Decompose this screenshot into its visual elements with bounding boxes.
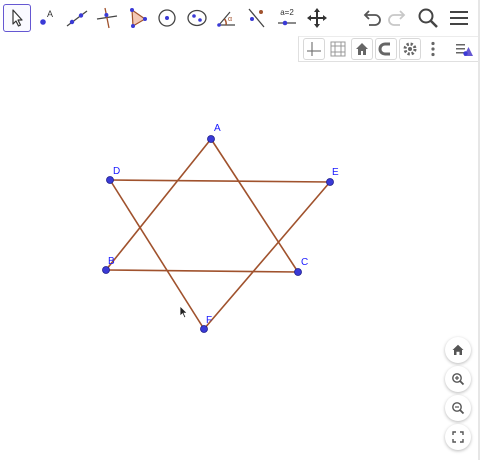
line-through-points-icon xyxy=(66,10,88,27)
main-toolbar: A α a=2 xyxy=(0,0,480,36)
arrow-pointer-icon xyxy=(12,9,23,27)
reflect-tool-button[interactable] xyxy=(243,4,271,32)
move-graphics-view-tool-button[interactable] xyxy=(303,4,331,32)
move-tool-button[interactable] xyxy=(3,4,31,32)
more-options-button[interactable] xyxy=(422,38,444,60)
graphics-canvas[interactable]: A B C D E F xyxy=(0,0,480,460)
label-d: D xyxy=(113,166,120,177)
line-tool-button[interactable] xyxy=(63,4,91,32)
zoom-in-icon xyxy=(452,373,465,386)
home-icon xyxy=(452,344,464,355)
segment-ef[interactable] xyxy=(203,181,331,330)
point-f[interactable] xyxy=(200,325,208,333)
ellipse-tool-button[interactable] xyxy=(183,4,211,32)
toggle-grid-button[interactable] xyxy=(327,38,349,60)
axes-icon xyxy=(307,42,321,56)
undo-button[interactable] xyxy=(358,4,386,32)
segment-ca[interactable] xyxy=(210,138,299,273)
zoom-in-button[interactable] xyxy=(445,366,471,392)
angle-icon: α xyxy=(217,11,235,27)
toggle-axes-button[interactable] xyxy=(303,38,325,60)
gear-icon xyxy=(403,42,417,56)
hamburger-menu-icon xyxy=(450,11,468,25)
slider-tool-button[interactable]: a=2 xyxy=(273,4,301,32)
segment-ab[interactable] xyxy=(105,138,212,271)
search-button[interactable] xyxy=(414,4,442,32)
redo-button[interactable] xyxy=(383,4,411,32)
search-icon xyxy=(418,8,438,28)
polygon-tool-button[interactable] xyxy=(123,4,151,32)
angle-tool-button[interactable]: α xyxy=(213,4,241,32)
mouse-cursor-icon xyxy=(179,305,189,319)
standard-view-button[interactable] xyxy=(351,38,373,60)
point-icon: A xyxy=(40,9,53,25)
point-b[interactable] xyxy=(102,266,110,274)
zoom-out-icon xyxy=(452,402,465,415)
label-c: C xyxy=(301,257,308,268)
slider-tool-label: a=2 xyxy=(280,8,294,17)
circle-with-center-icon xyxy=(158,9,176,27)
svg-text:α: α xyxy=(228,16,232,23)
undo-icon xyxy=(363,10,381,26)
point-c[interactable] xyxy=(294,268,302,276)
zoom-home-button[interactable] xyxy=(445,337,471,363)
point-tool-label: A xyxy=(47,9,53,19)
segment-bc[interactable] xyxy=(105,269,299,273)
grid-icon xyxy=(330,41,346,57)
magnet-icon xyxy=(378,42,390,56)
graphics-style-bar xyxy=(298,36,480,62)
segment-de[interactable] xyxy=(109,179,331,183)
redo-icon xyxy=(388,10,406,26)
zoom-out-button[interactable] xyxy=(445,395,471,421)
vertical-ellipsis-icon xyxy=(431,41,435,57)
style-bar-toggle-icon xyxy=(456,44,473,56)
point-d[interactable] xyxy=(106,176,114,184)
main-menu-button[interactable] xyxy=(445,4,473,32)
graphics-view[interactable]: A B C D E F xyxy=(0,0,480,460)
perpendicular-line-tool-button[interactable] xyxy=(93,4,121,32)
label-e: E xyxy=(332,167,339,178)
graphics-settings-button[interactable] xyxy=(399,38,421,60)
fullscreen-button[interactable] xyxy=(445,424,471,450)
circle-tool-button[interactable] xyxy=(153,4,181,32)
ellipse-icon xyxy=(187,9,207,27)
label-b: B xyxy=(108,256,115,267)
point-a[interactable] xyxy=(207,135,215,143)
toggle-style-bar-button[interactable] xyxy=(453,38,475,60)
point-e[interactable] xyxy=(326,178,334,186)
segment-fd[interactable] xyxy=(109,179,205,330)
label-f: F xyxy=(206,315,212,326)
label-a: A xyxy=(214,123,221,134)
perpendicular-line-icon xyxy=(96,7,118,29)
point-capturing-button[interactable] xyxy=(375,38,397,60)
reflect-about-line-icon xyxy=(248,8,265,28)
polygon-icon xyxy=(130,8,147,28)
four-way-arrow-icon xyxy=(307,8,327,28)
point-tool-button[interactable]: A xyxy=(33,4,61,32)
fullscreen-icon xyxy=(452,431,464,443)
home-icon xyxy=(356,43,368,55)
geogebra-app: A B C D E F A α a=2 xyxy=(0,0,480,460)
